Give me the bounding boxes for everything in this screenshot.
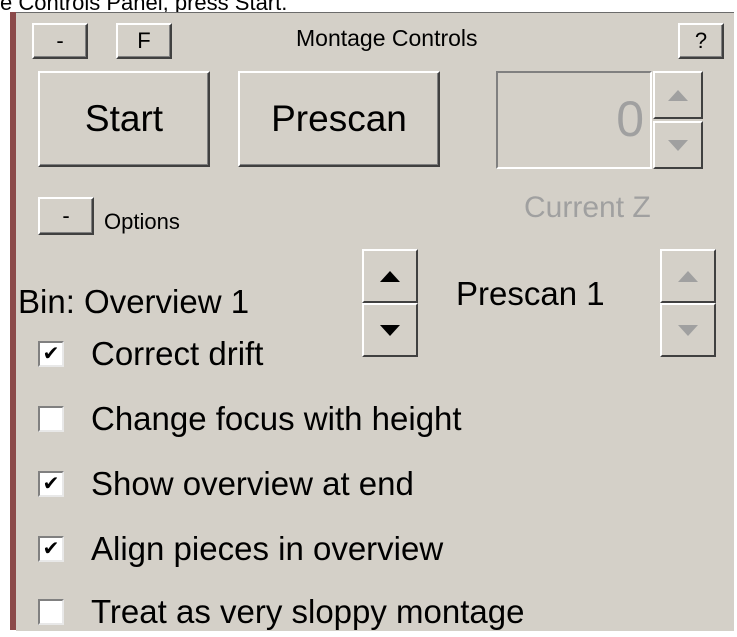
check-mark-icon: ✔	[42, 473, 60, 495]
caption-text: e Controls Panel, press Start.	[0, 0, 288, 15]
current-z-label: Current Z	[524, 191, 651, 224]
change-focus-option[interactable]: Change focus with height	[38, 394, 462, 444]
z-increment-button[interactable]	[653, 71, 703, 119]
panel-title: Montage Controls	[296, 25, 478, 51]
arrow-up-icon	[668, 89, 688, 101]
bin-overview-label: Bin: Overview 1	[18, 283, 250, 320]
arrow-up-icon	[380, 270, 400, 282]
bin-overview-up-button[interactable]	[362, 249, 418, 303]
arrow-down-icon	[678, 324, 698, 336]
align-pieces-checkbox[interactable]: ✔	[38, 536, 64, 562]
collapse-panel-button[interactable]: -	[32, 23, 88, 59]
show-overview-option[interactable]: ✔ Show overview at end	[38, 459, 414, 509]
bin-overview-down-button[interactable]	[362, 303, 418, 357]
arrow-up-icon	[678, 270, 698, 282]
options-toggle-button[interactable]: -	[38, 197, 94, 235]
montage-controls-panel: - F Montage Controls ? Start Prescan 0 C…	[16, 12, 734, 631]
z-decrement-button[interactable]	[653, 121, 703, 169]
check-mark-icon: ✔	[42, 538, 60, 560]
current-z-field[interactable]: 0	[496, 71, 652, 169]
align-pieces-option[interactable]: ✔ Align pieces in overview	[38, 524, 443, 574]
change-focus-checkbox[interactable]	[38, 406, 64, 432]
bin-prescan-label: Prescan 1	[456, 275, 605, 312]
panel-left-border	[0, 12, 16, 630]
sloppy-montage-label: Treat as very sloppy montage	[91, 593, 525, 630]
prescan-button[interactable]: Prescan	[238, 71, 440, 167]
correct-drift-checkbox[interactable]: ✔	[38, 341, 64, 367]
show-overview-label: Show overview at end	[91, 465, 414, 502]
bin-prescan-down-button[interactable]	[660, 303, 716, 357]
sloppy-montage-checkbox[interactable]	[38, 599, 64, 625]
bin-prescan-up-button[interactable]	[660, 249, 716, 303]
correct-drift-label: Correct drift	[91, 335, 264, 372]
align-pieces-label: Align pieces in overview	[91, 530, 444, 567]
start-button[interactable]: Start	[38, 71, 210, 167]
correct-drift-option[interactable]: ✔ Correct drift	[38, 329, 263, 379]
check-mark-icon: ✔	[42, 343, 60, 365]
options-label: Options	[104, 209, 180, 234]
help-button[interactable]: ?	[678, 23, 724, 59]
arrow-down-icon	[380, 324, 400, 336]
show-overview-checkbox[interactable]: ✔	[38, 471, 64, 497]
arrow-down-icon	[668, 139, 688, 151]
change-focus-label: Change focus with height	[91, 400, 462, 437]
float-panel-button[interactable]: F	[116, 23, 172, 59]
